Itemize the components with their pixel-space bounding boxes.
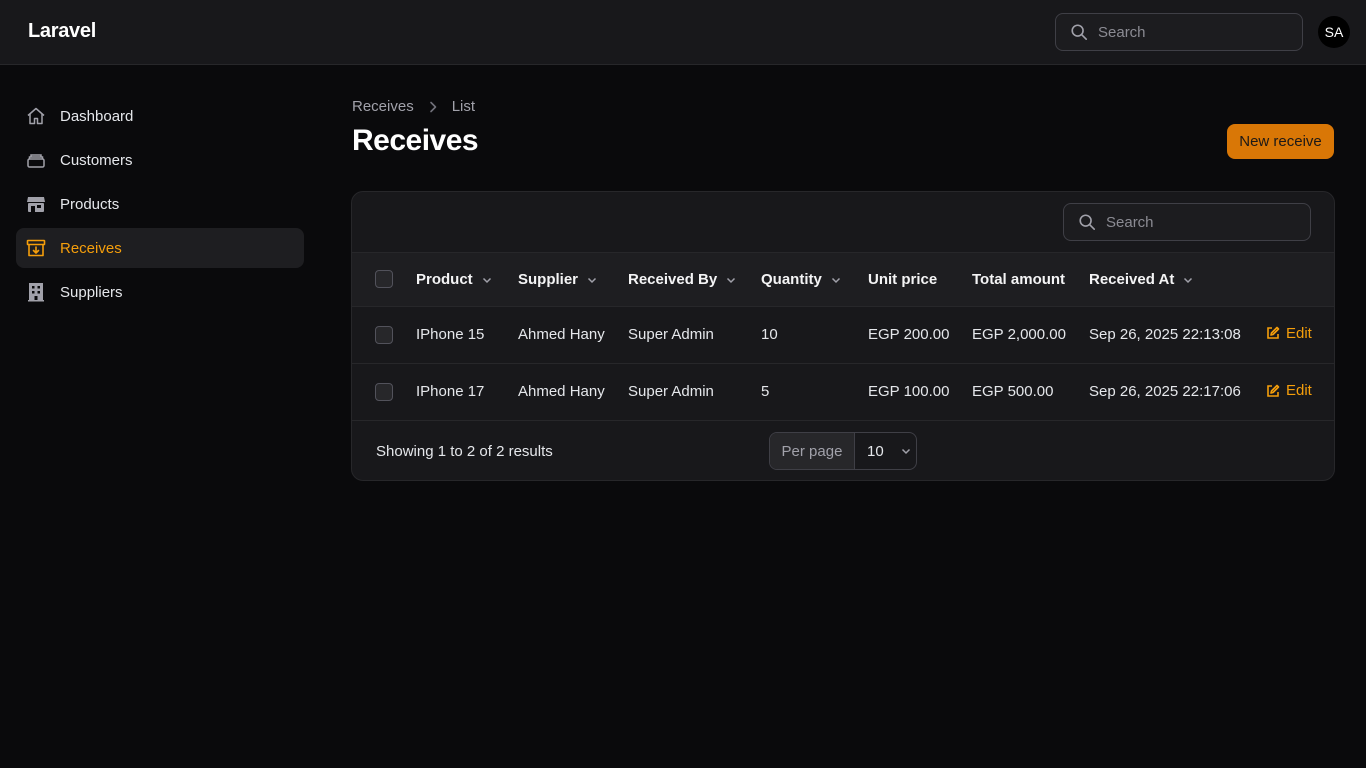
edit-label: Edit (1286, 382, 1312, 399)
user-avatar[interactable]: SA (1318, 16, 1350, 48)
chevron-down-icon (901, 448, 910, 455)
cell-received-by: Super Admin (628, 326, 714, 343)
chevron-down-icon (1184, 277, 1193, 283)
cell-total-amount: EGP 2,000.00 (972, 326, 1066, 343)
edit-link[interactable]: Edit (1266, 325, 1312, 342)
chevron-down-icon (482, 277, 491, 283)
table-footer: Showing 1 to 2 of 2 results Per page 10 (352, 420, 1334, 480)
stack-icon (27, 154, 45, 168)
global-search[interactable] (1055, 13, 1303, 51)
sidebar-item-label: Suppliers (60, 283, 123, 301)
breadcrumb-current: List (451, 98, 476, 115)
global-search-input[interactable] (1098, 23, 1288, 41)
sidebar-item-label: Customers (60, 151, 133, 169)
column-header-quantity[interactable]: Quantity (761, 253, 868, 306)
results-summary: Showing 1 to 2 of 2 results (376, 443, 553, 460)
page-title: Receives (352, 124, 479, 157)
column-label: Supplier (518, 270, 579, 288)
column-header-supplier[interactable]: Supplier (518, 253, 628, 306)
per-page-select[interactable]: Per page 10 (769, 432, 917, 470)
edit-icon (1267, 326, 1280, 340)
column-label: Quantity (761, 270, 822, 288)
chevron-down-icon (727, 277, 736, 283)
sidebar-item-customers[interactable]: Customers (16, 140, 304, 180)
table-search[interactable] (1063, 203, 1311, 241)
per-page-label: Per page (770, 433, 855, 469)
breadcrumb-parent[interactable]: Receives (352, 98, 414, 115)
cell-product: IPhone 15 (416, 326, 485, 343)
sidebar-item-suppliers[interactable]: Suppliers (16, 272, 304, 312)
chevron-right-icon (429, 101, 437, 112)
sidebar-item-label: Products (60, 195, 120, 213)
sidebar-item-receives[interactable]: Receives (16, 228, 304, 268)
column-label: Product (416, 270, 473, 288)
sidebar-item-label: Dashboard (60, 107, 134, 125)
cell-supplier: Ahmed Hany (518, 326, 605, 343)
table-search-input[interactable] (1106, 213, 1296, 231)
chevron-down-icon (587, 277, 597, 283)
breadcrumb: Receives List (352, 98, 475, 115)
cell-product: IPhone 17 (416, 383, 485, 401)
edit-label: Edit (1286, 324, 1312, 342)
home-icon (27, 107, 45, 125)
chevron-down-icon (831, 277, 840, 283)
search-icon (1071, 24, 1088, 41)
brand-logo[interactable]: Laravel (28, 20, 96, 43)
column-header-received-at[interactable]: Received At (1089, 253, 1266, 306)
receives-table: Product Supplier Received By Quantity Un… (352, 253, 1334, 420)
column-label: Received By (628, 270, 718, 288)
table-toolbar (352, 192, 1334, 253)
receives-table-card: Product Supplier Received By Quantity Un… (351, 191, 1335, 481)
per-page-dropdown[interactable]: 10 (855, 433, 916, 469)
cell-quantity: 10 (761, 326, 778, 343)
column-label: Received At (1089, 270, 1175, 288)
archive-in-icon (26, 239, 46, 257)
column-header-unit-price: Unit price (868, 270, 938, 288)
edit-link[interactable]: Edit (1266, 382, 1312, 399)
column-header-total-amount: Total amount (972, 270, 1066, 288)
sidebar: Dashboard Customers Products Receives Su… (16, 96, 304, 316)
table-row: IPhone 17 Ahmed Hany Super Admin 5 EGP 1… (352, 363, 1334, 420)
table-row: IPhone 15 Ahmed Hany Super Admin 10 EGP … (352, 306, 1334, 363)
cell-received-at: Sep 26, 2025 22:13:08 (1089, 326, 1241, 343)
sidebar-item-label: Receives (60, 239, 122, 257)
cell-unit-price: EGP 200.00 (868, 326, 950, 343)
cell-quantity: 5 (761, 383, 770, 401)
cell-supplier: Ahmed Hany (518, 383, 605, 401)
row-checkbox[interactable] (375, 382, 393, 401)
edit-icon (1267, 384, 1280, 397)
column-header-received-by[interactable]: Received By (628, 253, 761, 306)
search-icon (1079, 214, 1096, 231)
cell-total-amount: EGP 500.00 (972, 383, 1054, 401)
building-icon (28, 283, 44, 302)
sidebar-item-products[interactable]: Products (16, 184, 304, 224)
column-header-actions (1266, 253, 1334, 306)
table-header-row: Product Supplier Received By Quantity Un… (352, 253, 1334, 306)
new-receive-button[interactable]: New receive (1227, 124, 1334, 159)
cell-unit-price: EGP 100.00 (868, 383, 950, 401)
per-page-value: 10 (867, 442, 884, 460)
column-header-product[interactable]: Product (416, 253, 518, 306)
sidebar-item-dashboard[interactable]: Dashboard (16, 96, 304, 136)
top-bar: Laravel SA (0, 0, 1366, 65)
row-checkbox[interactable] (375, 325, 393, 344)
select-all-checkbox[interactable] (375, 270, 393, 289)
cell-received-at: Sep 26, 2025 22:17:06 (1089, 383, 1241, 401)
cell-received-by: Super Admin (628, 383, 714, 401)
store-icon (27, 197, 45, 212)
